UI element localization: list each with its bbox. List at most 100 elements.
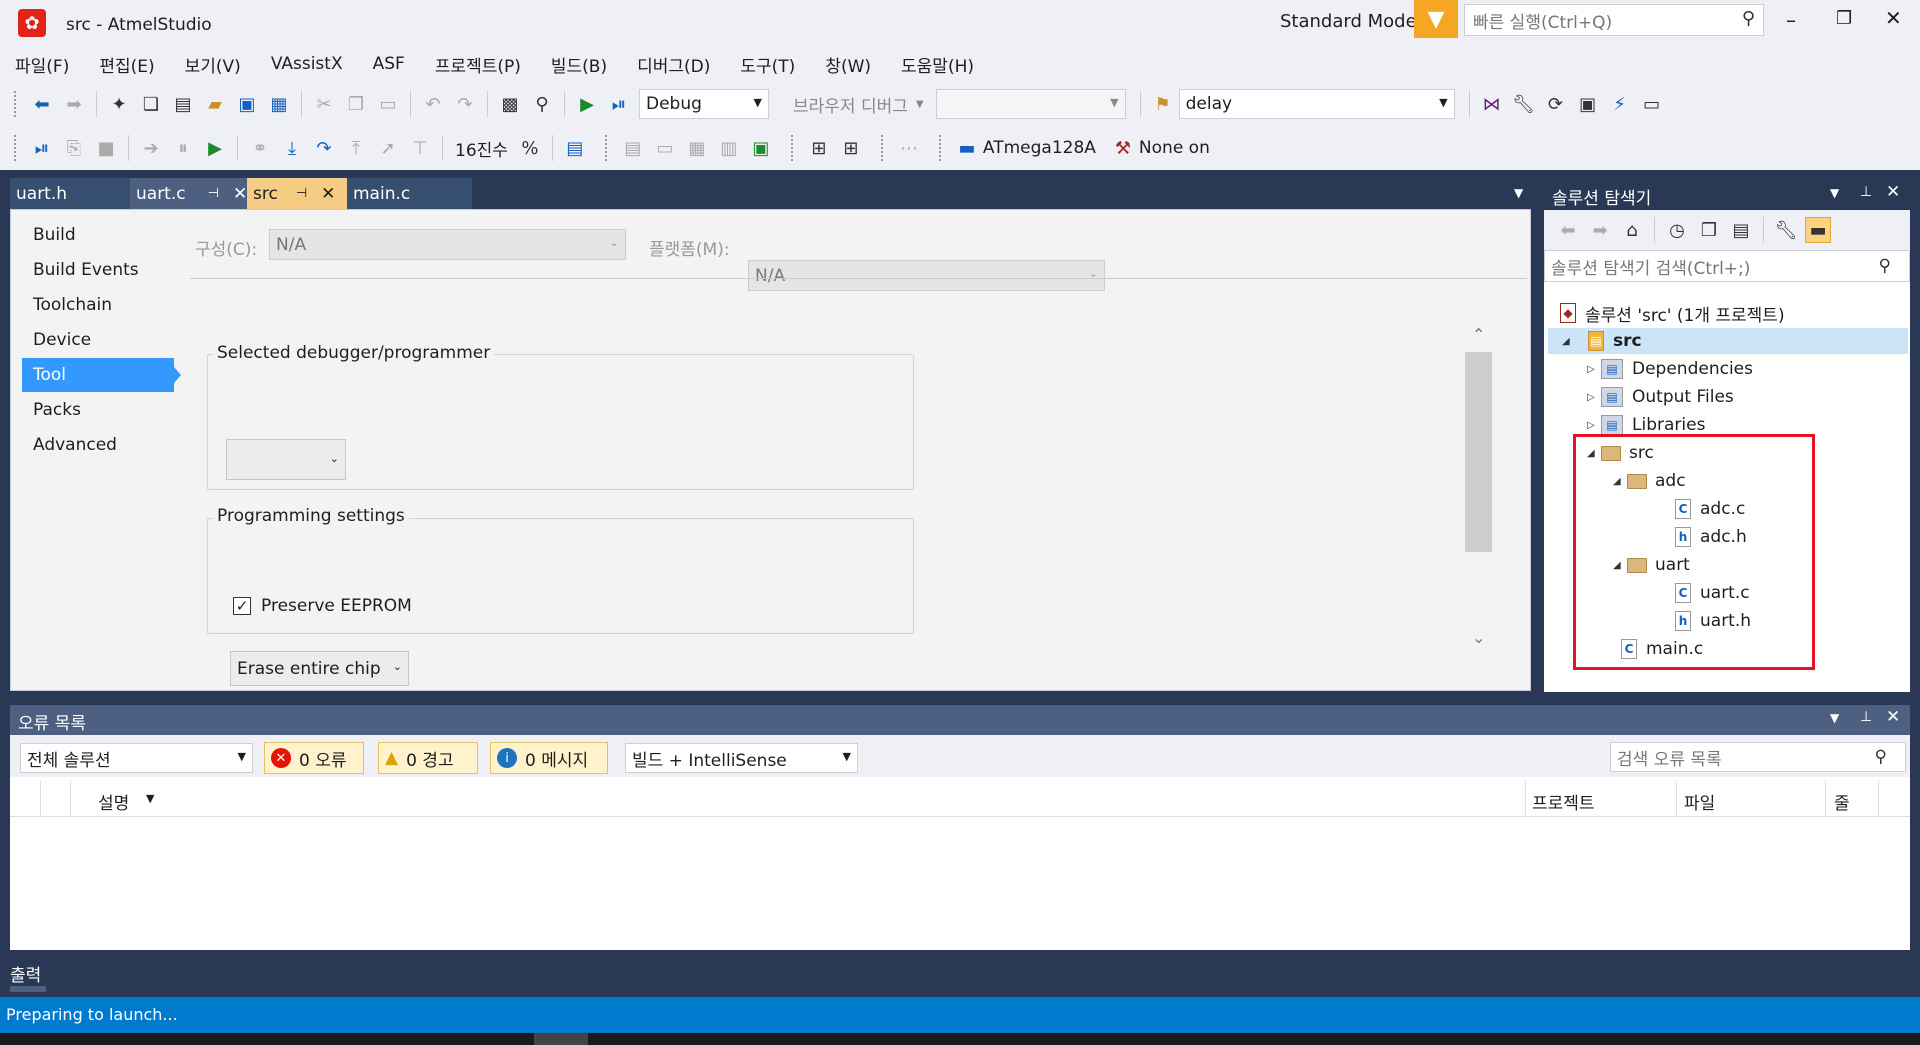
chart-icon[interactable]: ⋯ <box>896 135 922 161</box>
tab-main-c[interactable]: main.c <box>347 178 472 209</box>
pin-icon[interactable]: ⊥ <box>1860 709 1872 725</box>
tree-file-uart-c[interactable]: Cuart.c <box>1675 580 1750 606</box>
scope-select[interactable]: 전체 솔루션 ▼ <box>20 743 253 773</box>
restore-button[interactable]: ❐ <box>1836 8 1852 29</box>
build-filter-select[interactable]: 빌드 + IntelliSense ▼ <box>625 743 858 773</box>
tree-file-adc-c[interactable]: Cadc.c <box>1675 496 1745 522</box>
registers-icon[interactable]: ▦ <box>684 135 710 161</box>
reset-icon[interactable]: ⊤ <box>407 135 433 161</box>
windows-icon[interactable]: ▤ <box>562 135 588 161</box>
dropdown-icon[interactable]: ▼ <box>1830 186 1839 200</box>
menu-item-10[interactable]: 도움말(H) <box>901 52 974 77</box>
expanded-icon[interactable]: ◢ <box>1587 448 1601 459</box>
tab-overflow-icon[interactable]: ▼ <box>1514 186 1523 200</box>
menu-item-9[interactable]: 창(W) <box>825 52 871 77</box>
nav-item-build-events[interactable]: Build Events <box>22 253 174 287</box>
pin-icon[interactable]: ⊣ <box>208 186 219 201</box>
start-without-debugging-icon[interactable]: ⏯ <box>606 91 632 117</box>
column-description[interactable]: 설명 <box>98 789 129 814</box>
minimize-button[interactable]: – <box>1786 8 1796 32</box>
nav-item-tool[interactable]: Tool <box>22 358 174 392</box>
io-view-icon[interactable]: ▥ <box>716 135 742 161</box>
attach-icon[interactable]: ⎘ <box>61 135 87 161</box>
hex-toggle[interactable]: 16진수 <box>455 136 508 161</box>
chip-b-icon[interactable]: ⊞ <box>838 135 864 161</box>
home-icon[interactable]: ⌂ <box>1619 217 1645 243</box>
preserve-eeprom-checkbox[interactable]: ✓ <box>233 597 251 615</box>
expanded-icon[interactable]: ◢ <box>1613 560 1627 571</box>
percent-icon[interactable]: % <box>517 135 543 161</box>
properties-icon[interactable]: 🔧︎ <box>1773 217 1799 243</box>
step-into-icon[interactable]: ⤓ <box>279 135 305 161</box>
close-icon[interactable]: ✕ <box>233 184 247 204</box>
disassembly-icon[interactable]: ▤ <box>620 135 646 161</box>
menu-item-0[interactable]: 파일(F) <box>15 52 69 77</box>
flash-icon[interactable]: ⚡ <box>1607 91 1633 117</box>
filter-icon[interactable]: ▼ <box>1414 0 1458 38</box>
column-file[interactable]: 파일 <box>1684 789 1715 814</box>
nav-item-toolchain[interactable]: Toolchain <box>22 288 174 322</box>
column-line[interactable]: 줄 <box>1834 789 1850 814</box>
save-icon[interactable]: ▣ <box>234 91 260 117</box>
tree-item-dependencies[interactable]: ▷ ▤ Dependencies <box>1587 356 1753 382</box>
close-button[interactable]: ✕ <box>1885 6 1902 30</box>
scroll-up-icon[interactable]: ⌃ <box>1472 325 1485 344</box>
tab-uart-h[interactable]: uart.h <box>10 178 130 209</box>
menu-item-4[interactable]: ASF <box>373 54 405 74</box>
close-icon[interactable]: ✕ <box>321 184 335 204</box>
menu-item-1[interactable]: 편집(E) <box>99 52 154 77</box>
processor-icon[interactable]: ▣ <box>748 135 774 161</box>
pin-icon[interactable]: ⊥ <box>1860 184 1872 200</box>
run-icon[interactable]: ▶ <box>202 135 228 161</box>
erase-select[interactable]: Erase entire chip ⌄ <box>230 651 409 686</box>
save-all-icon[interactable]: ▦ <box>266 91 292 117</box>
stop-icon[interactable]: ■ <box>93 135 119 161</box>
redo-icon[interactable]: ↷ <box>452 91 478 117</box>
undo-icon[interactable]: ↶ <box>420 91 446 117</box>
quick-launch-input[interactable]: 빠른 실행(Ctrl+Q) ⚲ <box>1464 4 1764 36</box>
continue-icon[interactable]: ⏯ <box>29 135 55 161</box>
find-in-files-icon[interactable]: ⚑ <box>1150 91 1176 117</box>
expanded-icon[interactable]: ◢ <box>1562 336 1576 347</box>
close-icon[interactable]: ✕ <box>1886 707 1900 727</box>
solution-search-input[interactable]: 솔루션 탐색기 검색(Ctrl+;) <box>1551 254 1750 279</box>
scroll-down-icon[interactable]: ⌄ <box>1472 628 1485 647</box>
show-all-files-icon[interactable]: ▤ <box>1728 217 1754 243</box>
output-tab[interactable]: 출력 <box>10 961 41 986</box>
find-icon[interactable]: ⚲ <box>529 91 555 117</box>
tab-uart-c[interactable]: uart.c ⊣ ✕ <box>130 178 250 209</box>
browser-debugger-label[interactable]: 브라우저 디버그 <box>793 92 908 117</box>
nav-item-advanced[interactable]: Advanced <box>22 428 174 462</box>
step-to-cursor-icon[interactable]: ➔ <box>138 135 164 161</box>
forward-icon[interactable]: ➡ <box>1587 217 1613 243</box>
config-dropdown[interactable]: N/A ⌄ <box>269 229 626 260</box>
vs-icon[interactable]: ⋈ <box>1479 91 1505 117</box>
menu-item-3[interactable]: VAssistX <box>271 54 343 74</box>
nav-item-build[interactable]: Build <box>22 218 174 252</box>
device-programming-icon[interactable]: ▩ <box>497 91 523 117</box>
memory-icon[interactable]: ▭ <box>652 135 678 161</box>
device-icon[interactable]: ▬ <box>954 135 980 161</box>
back-icon[interactable]: ⬅ <box>1555 217 1581 243</box>
paste-icon[interactable]: ▭ <box>375 91 401 117</box>
open-icon[interactable]: ▰ <box>202 91 228 117</box>
tree-folder-adc[interactable]: ◢ adc <box>1613 468 1686 494</box>
collapsed-icon[interactable]: ▷ <box>1587 364 1601 375</box>
errors-filter-button[interactable]: ✕ 0 오류 <box>264 742 364 774</box>
show-next-statement-icon[interactable]: ⚭ <box>247 135 273 161</box>
preview-icon[interactable]: ▬ <box>1805 217 1831 243</box>
target-select[interactable]: ▼ <box>935 89 1126 119</box>
column-project[interactable]: 프로젝트 <box>1532 789 1595 814</box>
chip-icon[interactable]: ▣ <box>1575 91 1601 117</box>
copy-icon[interactable]: ❐ <box>343 91 369 117</box>
platform-dropdown[interactable]: N/A ⌄ <box>748 260 1105 291</box>
menu-item-6[interactable]: 빌드(B) <box>551 52 607 77</box>
messages-filter-button[interactable]: i0 메시지 <box>490 742 608 774</box>
tree-file-uart-h[interactable]: h uart.h <box>1675 608 1751 634</box>
terminal-icon[interactable]: ▭ <box>1639 91 1665 117</box>
error-search-input[interactable]: 검색 오류 목록 ⚲ <box>1610 742 1906 772</box>
tree-folder-src[interactable]: ◢ src <box>1587 440 1654 466</box>
pause-icon[interactable]: ⏸ <box>170 135 196 161</box>
pending-changes-icon[interactable]: ◷ <box>1664 217 1690 243</box>
preserve-eeprom-label[interactable]: Preserve EEPROM <box>261 596 412 616</box>
